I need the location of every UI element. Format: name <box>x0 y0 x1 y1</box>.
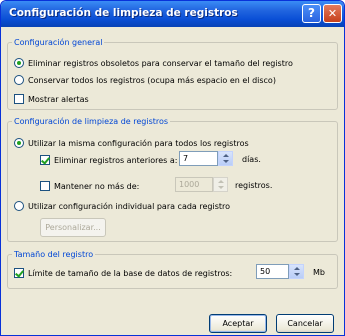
keep-all-label: Conservar todos los registros (ocupa más… <box>28 75 276 85</box>
size-limit-label: Límite de tamaño de la base de datos de … <box>28 268 233 278</box>
remove-obsolete-option[interactable]: Eliminar registros obsoletos para conser… <box>14 58 293 68</box>
remove-obsolete-label: Eliminar registros obsoletos para conser… <box>28 58 293 68</box>
keep-max-option[interactable]: Mantener no más de: <box>40 181 139 191</box>
size-limit-option[interactable]: Límite de tamaño de la base de datos de … <box>14 268 232 278</box>
same-config-option[interactable]: Utilizar la misma configuración para tod… <box>14 138 249 148</box>
dialog-window: Configuración de limpieza de registros ?… <box>0 0 345 336</box>
size-limit-input[interactable]: 50 <box>256 264 289 279</box>
delete-before-spinner[interactable] <box>218 151 233 166</box>
customize-button: Personalizar... <box>40 218 106 237</box>
individual-config-option[interactable]: Utilizar configuración individual para c… <box>14 201 230 211</box>
remove-obsolete-radio[interactable] <box>14 58 24 68</box>
delete-before-option[interactable]: Eliminar registros anteriores a: <box>40 155 177 165</box>
show-alerts-checkbox[interactable] <box>14 94 24 104</box>
accept-button[interactable]: Aceptar <box>209 314 267 333</box>
cleanup-settings-legend: Configuración de limpieza de registros <box>14 117 169 126</box>
title-bar[interactable]: Configuración de limpieza de registros ?… <box>1 1 344 27</box>
delete-before-checkbox[interactable] <box>40 155 50 165</box>
individual-config-label: Utilizar configuración individual para c… <box>28 201 231 211</box>
same-config-label: Utilizar la misma configuración para tod… <box>28 138 249 148</box>
show-alerts-label: Mostrar alertas <box>28 94 89 104</box>
help-button[interactable]: ? <box>302 4 321 23</box>
general-settings-legend: Configuración general <box>14 38 103 47</box>
same-config-radio[interactable] <box>14 138 24 148</box>
keep-max-input: 1000 <box>175 177 213 192</box>
keep-max-label: Mantener no más de: <box>54 181 140 191</box>
records-label: registros. <box>235 181 273 190</box>
keep-max-checkbox[interactable] <box>40 181 50 191</box>
window-title: Configuración de limpieza de registros <box>9 7 238 19</box>
size-unit-label: Mb <box>313 268 325 277</box>
cancel-button[interactable]: Cancelar <box>276 314 334 333</box>
individual-config-radio[interactable] <box>14 201 24 211</box>
keep-max-spinner <box>213 177 228 192</box>
days-label: días. <box>242 155 261 164</box>
delete-before-days-input[interactable]: 7 <box>179 151 218 166</box>
show-alerts-option[interactable]: Mostrar alertas <box>14 94 89 104</box>
keep-all-radio[interactable] <box>14 75 24 85</box>
close-button[interactable]: ✕ <box>323 4 342 23</box>
log-size-legend: Tamaño del registro <box>14 250 94 259</box>
delete-before-label: Eliminar registros anteriores a: <box>54 155 178 165</box>
size-limit-spinner[interactable] <box>289 264 304 279</box>
keep-all-option[interactable]: Conservar todos los registros (ocupa más… <box>14 75 276 85</box>
size-limit-checkbox[interactable] <box>14 268 24 278</box>
